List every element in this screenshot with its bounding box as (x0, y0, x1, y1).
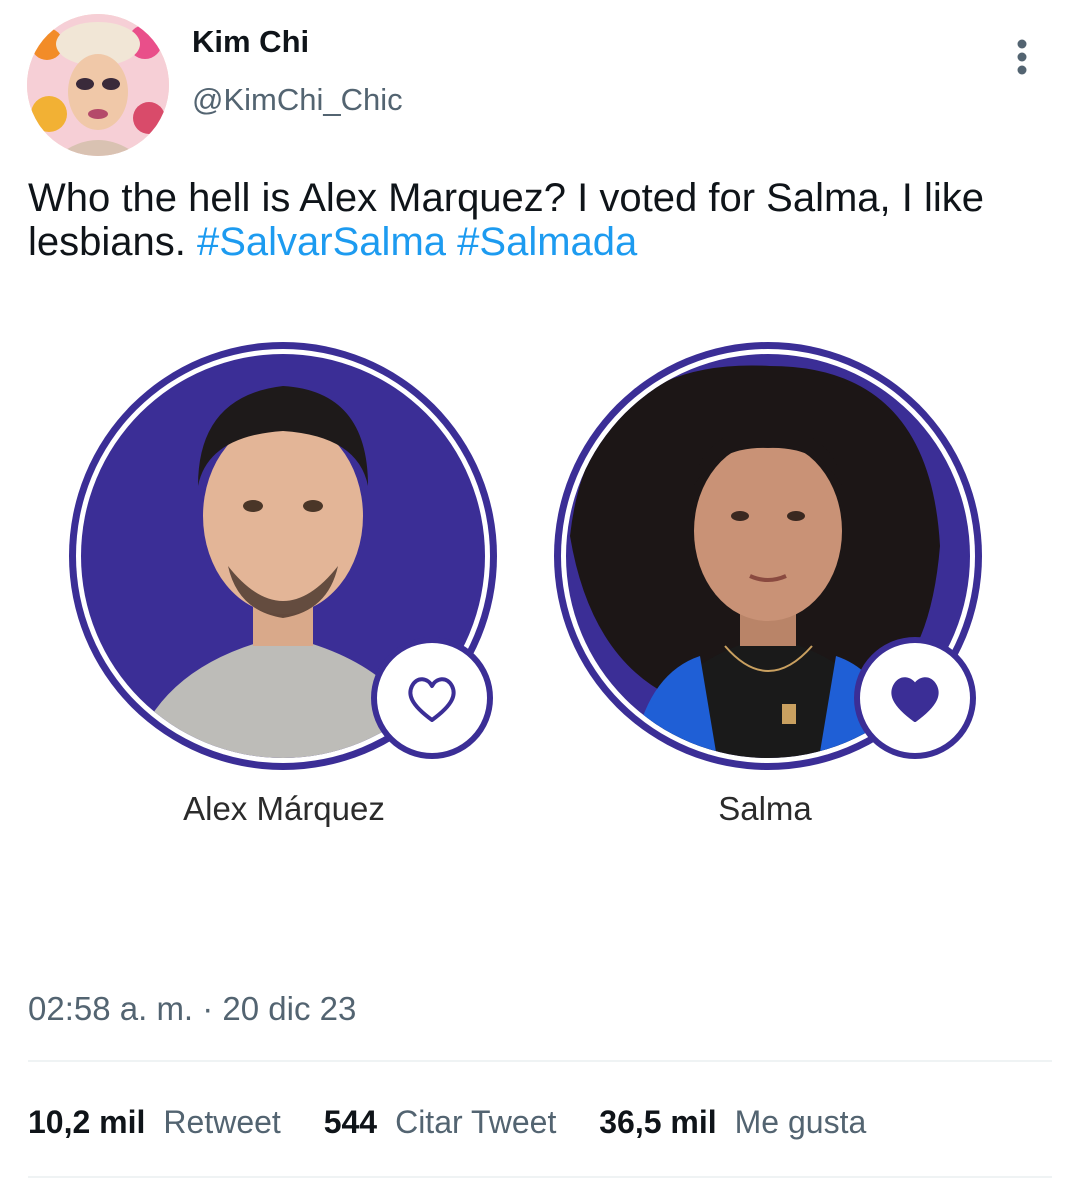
retweets-count: 10,2 mil (28, 1104, 146, 1140)
likes-count: 36,5 mil (599, 1104, 717, 1140)
user-avatar[interactable] (27, 14, 169, 156)
divider (28, 1060, 1052, 1062)
tweet-text: Who the hell is Alex Marquez? I voted fo… (28, 176, 1038, 264)
quotes-stat[interactable]: 544 Citar Tweet (324, 1104, 557, 1141)
avatar-image (27, 14, 169, 156)
tweet-timestamp[interactable]: 02:58 a. m. · 20 dic 23 (28, 990, 356, 1028)
user-handle[interactable]: @KimChi_Chic (192, 82, 403, 118)
candidate-name: Alex Márquez (183, 790, 385, 827)
display-name[interactable]: Kim Chi (192, 24, 309, 60)
likes-label: Me gusta (734, 1104, 867, 1140)
candidate-name: Salma (718, 790, 812, 827)
tweet-stats: 10,2 mil Retweet 544 Citar Tweet 36,5 mil M… (28, 1104, 900, 1141)
hashtag-link[interactable]: #Salmada (457, 220, 637, 264)
retweets-label: Retweet (163, 1104, 281, 1140)
divider (28, 1176, 1052, 1178)
retweets-stat[interactable]: 10,2 mil Retweet (28, 1104, 281, 1141)
likes-stat[interactable]: 36,5 mil Me gusta (599, 1104, 866, 1141)
more-options-icon[interactable] (1004, 38, 1040, 80)
candidate-card-salma[interactable] (550, 336, 990, 776)
hashtag-link[interactable]: #SalvarSalma (197, 220, 446, 264)
candidate-card-alex[interactable] (68, 336, 508, 776)
heart-filled-icon[interactable] (853, 636, 977, 760)
quotes-count: 544 (323, 1104, 378, 1140)
heart-outline-icon[interactable] (370, 636, 494, 760)
quotes-label: Citar Tweet (395, 1104, 557, 1140)
